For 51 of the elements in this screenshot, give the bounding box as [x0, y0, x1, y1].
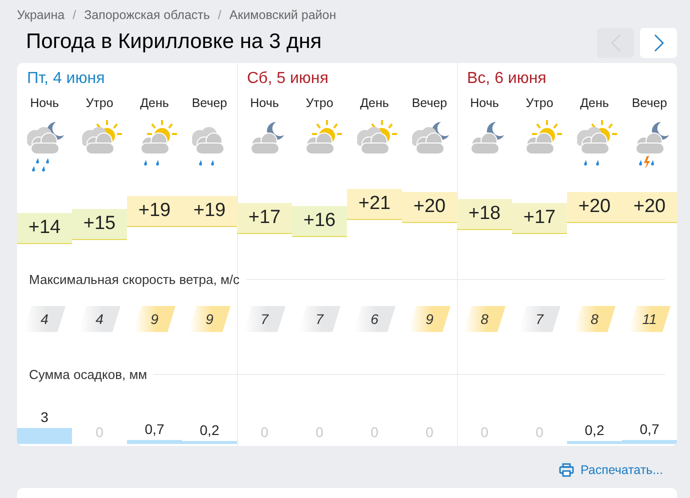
temperature-band: +20	[567, 192, 622, 224]
temperature-band: +14	[17, 212, 72, 244]
wind-speed-tile: 9	[408, 306, 450, 332]
precipitation-fill	[17, 428, 72, 444]
breadcrumb-link[interactable]: Запорожская область	[84, 8, 210, 25]
period-label: Утро	[304, 95, 334, 112]
period-label: Ночь	[249, 95, 280, 112]
breadcrumb-separator: /	[218, 8, 222, 24]
printer-icon	[559, 463, 574, 477]
temperature-band: +15	[72, 209, 127, 240]
temperature-band: +20	[622, 192, 677, 224]
print-link[interactable]: Распечатать...	[559, 456, 663, 484]
period-label: День	[139, 95, 170, 112]
period-label: День	[579, 95, 610, 112]
precipitation-value: 0,2	[584, 422, 604, 438]
temperature-band: +20	[402, 192, 457, 224]
period-label: Ночь	[469, 95, 500, 112]
precipitation-value: 0,2	[200, 422, 220, 438]
wind-speed-tile: 8	[574, 306, 616, 332]
day-date: Пт, 4 июня	[27, 70, 105, 87]
wind-speed-tile: 11	[628, 306, 670, 332]
day-date: Вс, 6 июня	[467, 70, 546, 87]
period-label: Вечер	[410, 95, 448, 112]
temperature-band: +19	[127, 196, 182, 227]
next-button[interactable]	[640, 28, 677, 58]
precipitation-value: 0,7	[144, 421, 164, 438]
period-label: Утро	[524, 95, 554, 112]
period-label: День	[359, 95, 390, 112]
period-label: Утро	[84, 95, 114, 112]
breadcrumb-link[interactable]: Украина	[17, 8, 65, 25]
breadcrumb-separator: /	[72, 8, 76, 24]
wind-speed-tile: 9	[134, 306, 176, 332]
wind-speed-tile: 9	[188, 306, 230, 332]
section-label: Сумма осадков, мм	[29, 366, 148, 382]
page-title: Погода в Кирилловке на 3 дня	[26, 30, 322, 54]
period-label: Вечер	[190, 95, 228, 112]
temperature-band: +17	[512, 202, 567, 234]
temperature-band: +21	[347, 189, 402, 220]
precipitation-value: 3	[40, 408, 48, 425]
temperature-band: +17	[237, 202, 292, 234]
wind-speed-tile: 8	[464, 306, 506, 332]
chevron-icon	[654, 34, 664, 52]
period-label: Ночь	[29, 95, 60, 112]
period-label: Вечер	[630, 95, 668, 112]
temperature-band: +16	[292, 206, 347, 237]
breadcrumb-link[interactable]: Акимовский район	[229, 8, 336, 25]
temperature-band: +19	[182, 196, 237, 227]
precipitation-value: 0,7	[640, 421, 660, 438]
section-label: Максимальная скорость ветра, м/с	[29, 272, 240, 286]
day-date: Сб, 5 июня	[247, 70, 328, 87]
temperature-band: +18	[457, 199, 512, 230]
